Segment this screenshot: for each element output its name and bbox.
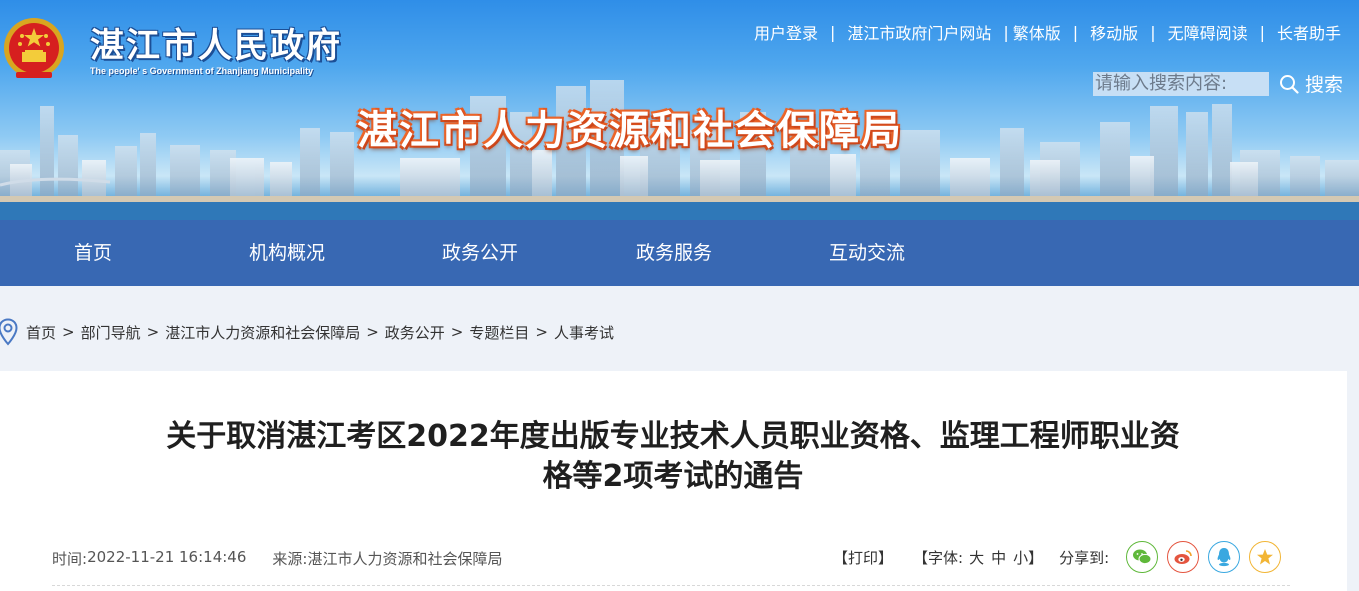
separator: | bbox=[1259, 22, 1265, 42]
search-button-label: 搜索 bbox=[1305, 74, 1344, 96]
qq-icon bbox=[1217, 548, 1231, 567]
article-title: 关于取消湛江考区2022年度出版专业技术人员职业资格、监理工程师职业资 格等2项… bbox=[60, 417, 1286, 497]
divider bbox=[52, 585, 1290, 586]
breadcrumb-arrow: > bbox=[146, 323, 160, 341]
article-title-line: 格等2项考试的通告 bbox=[542, 459, 804, 494]
font-medium-button[interactable]: 中 bbox=[991, 547, 1006, 568]
login-link[interactable]: 用户登录 bbox=[754, 20, 818, 44]
top-links: 用户登录 | 湛江市政府门户网站 | 繁体版 | 移动版 | 无障碍阅读 | 长… bbox=[754, 20, 1341, 44]
article-title-line: 关于取消湛江考区2022年度出版专业技术人员职业资格、监理工程师职业资 bbox=[166, 419, 1180, 454]
nav-item-gov-affairs-open[interactable]: 政务公开 bbox=[420, 220, 540, 286]
nav-item-home[interactable]: 首页 bbox=[33, 220, 153, 286]
share-wechat-button[interactable] bbox=[1126, 541, 1159, 573]
breadcrumb-topics[interactable]: 专题栏目 bbox=[469, 322, 529, 343]
article-tools: 【打印】 【字体: 大 中 小 】 分享到: bbox=[833, 541, 1282, 573]
accessibility-link[interactable]: 无障碍阅读 bbox=[1168, 20, 1248, 44]
main-nav: 首页 机构概况 政务公开 政务服务 互动交流 bbox=[0, 220, 1359, 286]
breadcrumb-arrow: > bbox=[450, 323, 464, 341]
font-small-button[interactable]: 小 bbox=[1013, 547, 1028, 568]
separator: | bbox=[1003, 22, 1009, 42]
article-card: 关于取消湛江考区2022年度出版专业技术人员职业资格、监理工程师职业资 格等2项… bbox=[0, 371, 1347, 591]
search-input[interactable] bbox=[1093, 71, 1269, 96]
wechat-icon bbox=[1133, 549, 1152, 565]
separator: | bbox=[829, 22, 836, 42]
source-label: 来源: bbox=[272, 550, 308, 568]
breadcrumb-arrow: > bbox=[366, 323, 379, 341]
separator: | bbox=[1072, 22, 1079, 42]
breadcrumb-gov-open[interactable]: 政务公开 bbox=[385, 322, 445, 343]
font-size-label-close: 】 bbox=[1028, 548, 1044, 567]
share-label: 分享到: bbox=[1059, 548, 1110, 567]
nav-item-gov-services[interactable]: 政务服务 bbox=[614, 220, 734, 286]
breadcrumb-bureau[interactable]: 湛江市人力资源和社会保障局 bbox=[165, 322, 360, 343]
separator: | bbox=[1150, 22, 1156, 42]
site-subtitle: The people' s Government of Zhanjiang Mu… bbox=[90, 66, 314, 76]
header-banner: 湛江市人民政府 The people' s Government of Zhan… bbox=[0, 0, 1359, 220]
gov-portal-link[interactable]: 湛江市政府门户网站 bbox=[847, 20, 991, 44]
share-qzone-button[interactable] bbox=[1249, 541, 1282, 573]
breadcrumb-home[interactable]: 首页 bbox=[26, 322, 56, 343]
elderly-assistant-link[interactable]: 长者助手 bbox=[1277, 20, 1341, 44]
breadcrumb-dept-nav[interactable]: 部门导航 bbox=[81, 322, 141, 343]
font-large-button[interactable]: 大 bbox=[969, 547, 984, 568]
breadcrumb: 首页 > 部门导航 > 湛江市人力资源和社会保障局 > 政务公开 > 专题栏目 … bbox=[0, 318, 614, 346]
breadcrumb-arrow: > bbox=[62, 323, 75, 341]
search-button[interactable]: 搜索 bbox=[1279, 70, 1343, 97]
print-button[interactable]: 【打印】 bbox=[833, 547, 893, 568]
traditional-chinese-link[interactable]: 繁体版 bbox=[1013, 20, 1061, 44]
national-emblem-icon bbox=[4, 18, 64, 78]
nav-item-interaction[interactable]: 互动交流 bbox=[807, 220, 927, 286]
search-icon bbox=[1280, 74, 1299, 94]
location-pin-icon bbox=[0, 318, 18, 346]
source-value: 湛江市人力资源和社会保障局 bbox=[307, 550, 503, 568]
qzone-star-icon bbox=[1257, 549, 1274, 565]
time-label: 时间: bbox=[52, 550, 88, 568]
font-size-label: 【字体: bbox=[913, 548, 964, 567]
share-weibo-button[interactable] bbox=[1167, 541, 1200, 573]
breadcrumb-personnel-exam[interactable]: 人事考试 bbox=[554, 322, 614, 343]
weibo-icon bbox=[1174, 550, 1193, 564]
site-title: 湛江市人民政府 bbox=[90, 26, 342, 66]
share-qq-button[interactable] bbox=[1208, 541, 1241, 573]
time-value: 2022-11-21 16:14:46 bbox=[87, 548, 247, 566]
search-bar: 搜索 bbox=[1093, 70, 1343, 97]
breadcrumb-arrow: > bbox=[535, 323, 548, 341]
article-meta: 时间: 2022-11-21 16:14:46 来源: 湛江市人力资源和社会保障… bbox=[52, 548, 502, 569]
department-title: 湛江市人力资源和社会保障局 bbox=[357, 108, 903, 154]
mobile-version-link[interactable]: 移动版 bbox=[1090, 20, 1138, 44]
nav-item-organization[interactable]: 机构概况 bbox=[227, 220, 347, 286]
